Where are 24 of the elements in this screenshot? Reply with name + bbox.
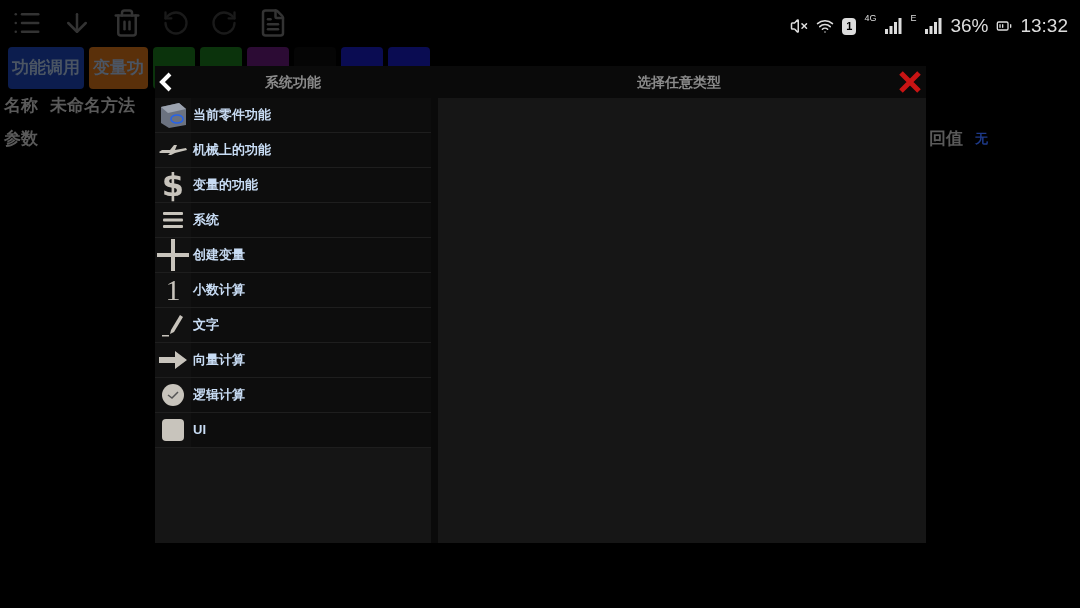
category-item-label: 机械上的功能: [193, 141, 271, 160]
category-item-label: 向量计算: [193, 351, 245, 370]
network-type: 4G: [864, 12, 877, 25]
name-value: 未命名方法: [50, 94, 135, 117]
category-item-label: 当前零件功能: [193, 106, 271, 125]
dollar-icon: $: [161, 169, 185, 201]
clock: 13:32: [1020, 14, 1068, 38]
battery-percent: 36%: [950, 14, 989, 38]
network-type: E: [910, 12, 917, 25]
name-label: 名称: [4, 94, 38, 117]
number-one-icon: 1: [165, 275, 181, 305]
category-item-label: 系统: [193, 211, 219, 230]
left-panel-title: 系统功能: [265, 72, 321, 92]
category-item-label: 逻辑计算: [193, 386, 245, 405]
category-item-label: 变量的功能: [193, 176, 258, 195]
return-label: 回值: [929, 128, 963, 150]
category-item-label: 文字: [193, 316, 219, 335]
params-label: 参数: [4, 128, 38, 150]
right-panel-title: 选择任意类型: [636, 72, 721, 92]
sim-slot: 1: [842, 18, 857, 35]
category-item-label: UI: [193, 421, 206, 440]
category-item-label: 创建变量: [193, 246, 245, 265]
category-item-label: 小数计算: [193, 281, 245, 300]
return-value: 无: [975, 130, 988, 148]
